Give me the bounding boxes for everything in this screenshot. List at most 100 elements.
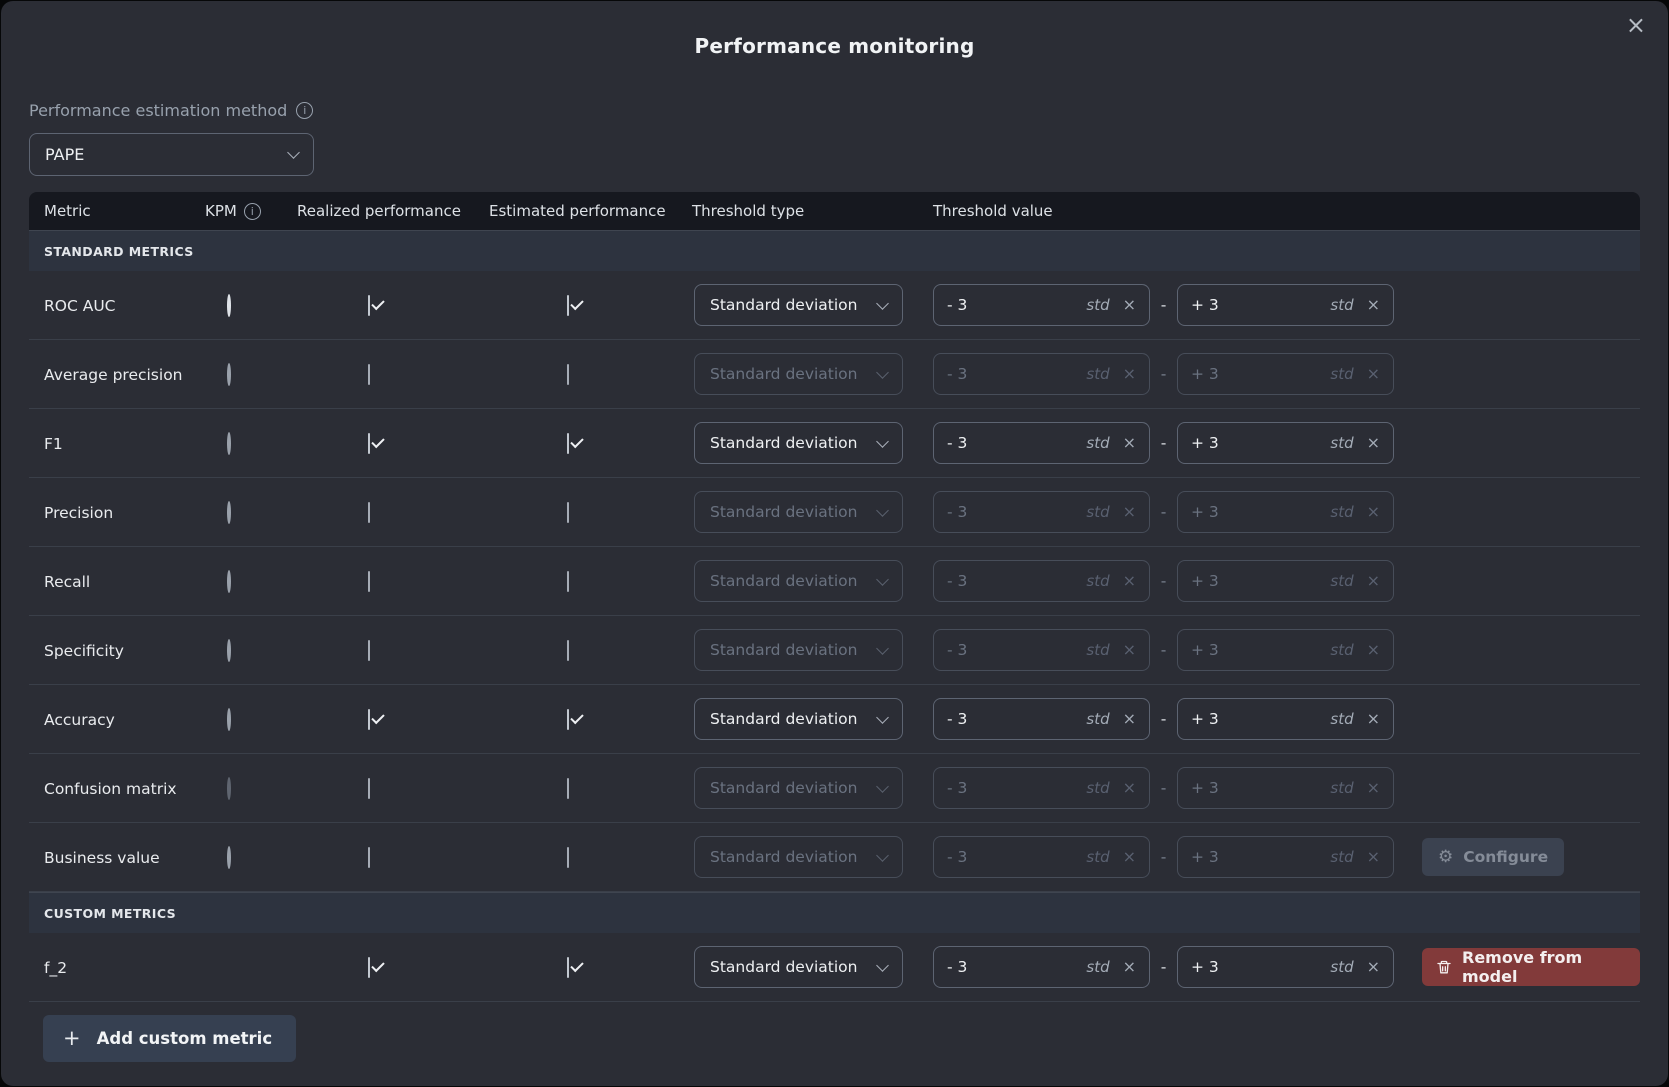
estimated-performance-checkbox[interactable] bbox=[567, 709, 569, 730]
threshold-upper-input[interactable]: + 3 std × bbox=[1177, 767, 1394, 809]
kpm-radio[interactable] bbox=[227, 363, 231, 386]
threshold-lower-input[interactable]: - 3 std × bbox=[933, 491, 1150, 533]
threshold-type-select[interactable]: Standard deviation bbox=[694, 946, 903, 988]
realized-performance-checkbox[interactable] bbox=[368, 709, 370, 730]
threshold-unit-label: std bbox=[1330, 365, 1353, 383]
clear-icon[interactable]: × bbox=[1123, 780, 1136, 796]
threshold-type-value: Standard deviation bbox=[710, 848, 858, 866]
estimated-performance-checkbox[interactable] bbox=[567, 364, 569, 385]
trash-icon bbox=[1436, 959, 1452, 976]
range-separator: - bbox=[1150, 503, 1177, 521]
estimated-performance-checkbox[interactable] bbox=[567, 571, 569, 592]
range-separator: - bbox=[1150, 958, 1177, 976]
clear-icon[interactable]: × bbox=[1367, 849, 1380, 865]
column-header-kpm: KPM i bbox=[205, 202, 297, 220]
info-icon[interactable]: i bbox=[244, 203, 261, 220]
threshold-lower-input[interactable]: - 3 std × bbox=[933, 353, 1150, 395]
clear-icon[interactable]: × bbox=[1123, 297, 1136, 313]
realized-performance-checkbox[interactable] bbox=[368, 433, 370, 454]
threshold-type-select[interactable]: Standard deviation bbox=[694, 353, 903, 395]
configure-button[interactable]: ⚙ Configure bbox=[1422, 838, 1564, 876]
threshold-unit-label: std bbox=[1330, 434, 1353, 452]
threshold-upper-input[interactable]: + 3 std × bbox=[1177, 946, 1394, 988]
threshold-lower-input[interactable]: - 3 std × bbox=[933, 767, 1150, 809]
clear-icon[interactable]: × bbox=[1367, 366, 1380, 382]
realized-performance-checkbox[interactable] bbox=[368, 502, 370, 523]
estimated-performance-checkbox[interactable] bbox=[567, 957, 569, 978]
threshold-type-select[interactable]: Standard deviation bbox=[694, 422, 903, 464]
close-icon[interactable]: × bbox=[1626, 13, 1646, 37]
estimated-performance-checkbox[interactable] bbox=[567, 778, 569, 799]
threshold-lower-input[interactable]: - 3 std × bbox=[933, 560, 1150, 602]
threshold-type-select[interactable]: Standard deviation bbox=[694, 284, 903, 326]
metric-label: Specificity bbox=[29, 642, 124, 660]
add-custom-metric-button[interactable]: + Add custom metric bbox=[43, 1015, 296, 1062]
clear-icon[interactable]: × bbox=[1367, 504, 1380, 520]
clear-icon[interactable]: × bbox=[1367, 959, 1380, 975]
threshold-lower-input[interactable]: - 3 std × bbox=[933, 836, 1150, 878]
range-separator: - bbox=[1150, 848, 1177, 866]
performance-monitoring-modal: × Performance monitoring Performance est… bbox=[1, 1, 1668, 1086]
kpm-radio[interactable] bbox=[227, 777, 231, 800]
clear-icon[interactable]: × bbox=[1123, 573, 1136, 589]
threshold-upper-input[interactable]: + 3 std × bbox=[1177, 491, 1394, 533]
threshold-upper-input[interactable]: + 3 std × bbox=[1177, 353, 1394, 395]
clear-icon[interactable]: × bbox=[1123, 435, 1136, 451]
realized-performance-checkbox[interactable] bbox=[368, 778, 370, 799]
realized-performance-checkbox[interactable] bbox=[368, 640, 370, 661]
threshold-upper-value: + 3 bbox=[1191, 572, 1330, 590]
clear-icon[interactable]: × bbox=[1367, 573, 1380, 589]
threshold-lower-input[interactable]: - 3 std × bbox=[933, 629, 1150, 671]
threshold-upper-input[interactable]: + 3 std × bbox=[1177, 422, 1394, 464]
clear-icon[interactable]: × bbox=[1367, 435, 1380, 451]
remove-from-model-button[interactable]: Remove from model bbox=[1422, 948, 1640, 986]
clear-icon[interactable]: × bbox=[1123, 711, 1136, 727]
clear-icon[interactable]: × bbox=[1123, 642, 1136, 658]
kpm-radio[interactable] bbox=[227, 570, 231, 593]
threshold-type-select[interactable]: Standard deviation bbox=[694, 491, 903, 533]
threshold-upper-input[interactable]: + 3 std × bbox=[1177, 698, 1394, 740]
estimated-performance-checkbox[interactable] bbox=[567, 295, 569, 316]
clear-icon[interactable]: × bbox=[1123, 849, 1136, 865]
threshold-lower-input[interactable]: - 3 std × bbox=[933, 422, 1150, 464]
threshold-type-select[interactable]: Standard deviation bbox=[694, 767, 903, 809]
kpm-radio[interactable] bbox=[227, 501, 231, 524]
clear-icon[interactable]: × bbox=[1367, 780, 1380, 796]
realized-performance-checkbox[interactable] bbox=[368, 295, 370, 316]
threshold-type-select[interactable]: Standard deviation bbox=[694, 560, 903, 602]
info-icon[interactable]: i bbox=[296, 102, 313, 119]
column-header-realized: Realized performance bbox=[297, 202, 489, 220]
threshold-upper-input[interactable]: + 3 std × bbox=[1177, 284, 1394, 326]
threshold-upper-input[interactable]: + 3 std × bbox=[1177, 836, 1394, 878]
threshold-lower-input[interactable]: - 3 std × bbox=[933, 946, 1150, 988]
clear-icon[interactable]: × bbox=[1367, 642, 1380, 658]
estimated-performance-checkbox[interactable] bbox=[567, 502, 569, 523]
realized-performance-checkbox[interactable] bbox=[368, 364, 370, 385]
estimated-performance-checkbox[interactable] bbox=[567, 433, 569, 454]
threshold-upper-input[interactable]: + 3 std × bbox=[1177, 560, 1394, 602]
kpm-radio[interactable] bbox=[227, 294, 231, 317]
clear-icon[interactable]: × bbox=[1367, 297, 1380, 313]
clear-icon[interactable]: × bbox=[1123, 504, 1136, 520]
threshold-lower-input[interactable]: - 3 std × bbox=[933, 698, 1150, 740]
realized-performance-checkbox[interactable] bbox=[368, 571, 370, 592]
kpm-radio[interactable] bbox=[227, 846, 231, 869]
estimated-performance-checkbox[interactable] bbox=[567, 847, 569, 868]
clear-icon[interactable]: × bbox=[1123, 959, 1136, 975]
threshold-type-select[interactable]: Standard deviation bbox=[694, 836, 903, 878]
realized-performance-checkbox[interactable] bbox=[368, 957, 370, 978]
estimated-performance-checkbox[interactable] bbox=[567, 640, 569, 661]
threshold-type-select[interactable]: Standard deviation bbox=[694, 698, 903, 740]
threshold-type-select[interactable]: Standard deviation bbox=[694, 629, 903, 671]
clear-icon[interactable]: × bbox=[1367, 711, 1380, 727]
chevron-down-icon bbox=[876, 366, 889, 379]
kpm-radio[interactable] bbox=[227, 432, 231, 455]
kpm-radio[interactable] bbox=[227, 708, 231, 731]
estimation-method-select[interactable]: PAPE bbox=[29, 133, 314, 176]
clear-icon[interactable]: × bbox=[1123, 366, 1136, 382]
threshold-upper-input[interactable]: + 3 std × bbox=[1177, 629, 1394, 671]
threshold-unit-label: std bbox=[1086, 641, 1109, 659]
kpm-radio[interactable] bbox=[227, 639, 231, 662]
threshold-lower-input[interactable]: - 3 std × bbox=[933, 284, 1150, 326]
realized-performance-checkbox[interactable] bbox=[368, 847, 370, 868]
